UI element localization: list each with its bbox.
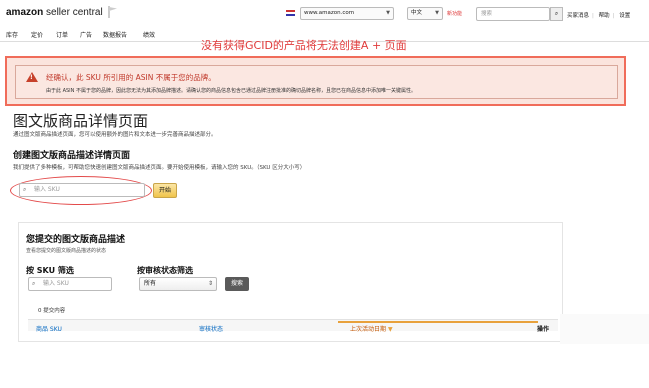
search-icon: ⌕ xyxy=(32,280,36,287)
create-section-subtitle: 我们提供了多种模板，可帮助您快速创建图文版商品描述页面。要开始使用模板，请输入您… xyxy=(13,165,306,171)
error-alert: 经确认，此 SKU 所引用的 ASIN 不属于您的品牌。 由于此 ASIN 不属… xyxy=(5,56,626,106)
header-search-input[interactable]: 搜索 xyxy=(476,7,550,21)
submissions-subtitle: 查看您提交的图文版商品描述的状态 xyxy=(26,248,107,254)
start-button[interactable]: 开始 xyxy=(153,183,177,198)
logo-main-text: amazon xyxy=(6,7,44,18)
warning-icon xyxy=(26,72,38,82)
nav-item-advertising[interactable]: 广告 xyxy=(80,30,92,39)
nav-item-pricing[interactable]: 定价 xyxy=(31,30,43,39)
sku-placeholder: 输入 SKU xyxy=(34,186,60,193)
nav-item-orders[interactable]: 订单 xyxy=(56,30,68,39)
nav-item-reports[interactable]: 数据报告 xyxy=(103,30,127,39)
column-last-activity-label: 上次活动日期 xyxy=(350,326,387,333)
updown-chevron-icon: ⇕ xyxy=(207,280,213,287)
language-value: 中文 xyxy=(411,10,423,16)
submissions-title: 您提交的图文版商品描述 xyxy=(26,235,126,245)
sort-desc-icon: ▼ xyxy=(387,326,393,333)
top-header: amazon seller central www.amazon.com ▼ 中… xyxy=(0,0,649,26)
status-filter-select[interactable]: 所有 ⇕ xyxy=(139,277,217,291)
settings-link[interactable]: 设置 xyxy=(619,13,630,19)
alert-body: 由于此 ASIN 不属于您的品牌，因此您无法为其添加品牌描述。请确认您的商品信息… xyxy=(46,88,416,94)
filter-sku-label: 按 SKU 筛选 xyxy=(26,266,74,275)
buyer-messages-link[interactable]: 买家消息 xyxy=(567,13,589,19)
alert-box: 经确认，此 SKU 所引用的 ASIN 不属于您的品牌。 由于此 ASIN 不属… xyxy=(15,65,618,99)
nav-item-performance[interactable]: 绩效 xyxy=(143,30,155,39)
status-filter-value: 所有 xyxy=(144,280,157,287)
filter-sku-placeholder: 输入 SKU xyxy=(43,280,69,287)
column-actions: 操作 xyxy=(537,326,550,333)
sorted-column-indicator xyxy=(338,321,538,323)
nav-item-inventory[interactable]: 库存 xyxy=(6,30,18,39)
filter-sku-input[interactable]: ⌕ 输入 SKU xyxy=(28,277,112,291)
filter-search-button[interactable]: 搜索 xyxy=(225,277,249,291)
new-feature-badge[interactable]: 新功能 xyxy=(447,10,462,17)
marketplace-value: www.amazon.com xyxy=(304,10,355,16)
page-subtitle: 通过图文版商品描述页面，您可以使用额外的图片和文本进一步完善商品描述部分。 xyxy=(13,132,217,138)
help-link[interactable]: 帮助 xyxy=(599,13,610,19)
top-links: 买家消息 | 帮助 | 设置 xyxy=(567,13,631,19)
page-title: 图文版商品详情页面 xyxy=(13,112,149,130)
marketplace-select[interactable]: www.amazon.com ▼ xyxy=(300,7,394,20)
language-select[interactable]: 中文 ▼ xyxy=(407,7,443,20)
submission-count: 0 提交内容 xyxy=(38,308,66,314)
column-review-status[interactable]: 审核状态 xyxy=(199,324,223,333)
chevron-down-icon: ▼ xyxy=(435,10,439,16)
us-flag-icon xyxy=(286,10,295,16)
alert-title: 经确认，此 SKU 所引用的 ASIN 不属于您的品牌。 xyxy=(46,73,216,82)
column-sku[interactable]: 商品 SKU xyxy=(36,324,62,333)
side-overlay xyxy=(560,314,649,344)
column-last-activity[interactable]: 上次活动日期 ▼ xyxy=(350,324,393,333)
flag-icon[interactable] xyxy=(108,6,118,18)
search-icon: ⌕ xyxy=(23,186,27,193)
filter-status-label: 按审核状态筛选 xyxy=(137,266,193,275)
search-icon[interactable]: ⌕ xyxy=(550,7,563,21)
create-section-title: 创建图文版商品描述详情页面 xyxy=(13,151,131,161)
header-search-placeholder: 搜索 xyxy=(481,11,493,17)
logo-sub-text: seller central xyxy=(43,7,103,18)
annotation-text: 没有获得GCID的产品将无法创建A + 页面 xyxy=(201,39,407,52)
sku-input[interactable]: ⌕ 输入 SKU xyxy=(19,183,145,197)
seller-central-logo[interactable]: amazon seller central xyxy=(6,7,103,18)
chevron-down-icon: ▼ xyxy=(386,10,390,16)
